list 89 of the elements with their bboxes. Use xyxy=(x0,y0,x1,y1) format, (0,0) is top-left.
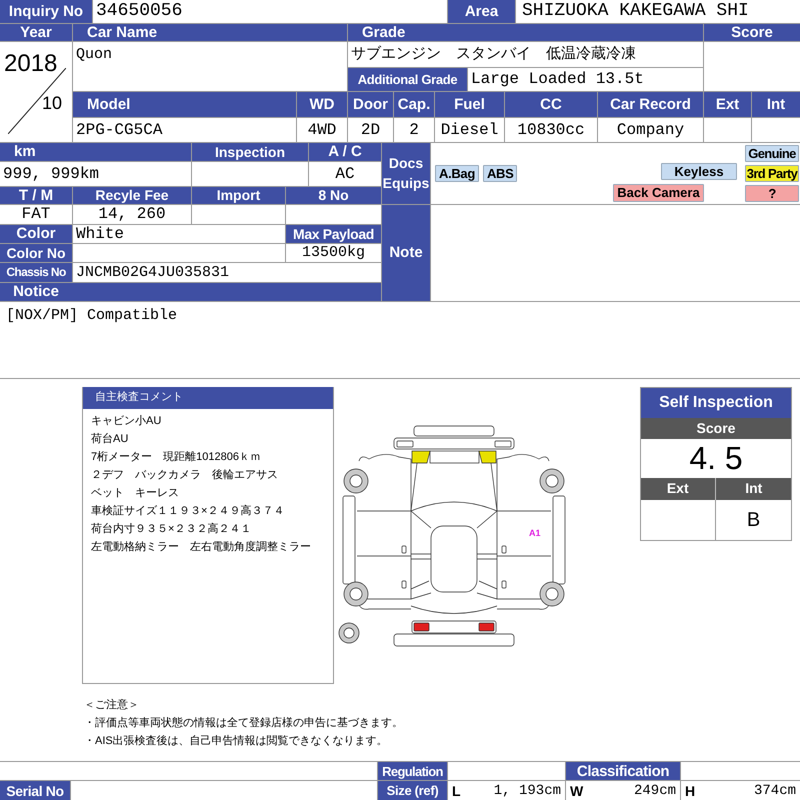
field-label: Year xyxy=(0,24,72,41)
field-label: Inspection xyxy=(192,142,308,161)
month-value: 10 xyxy=(42,94,62,112)
comment-line: キャビン小AU xyxy=(91,414,162,429)
int-value: B xyxy=(746,508,762,533)
field-label: Color No xyxy=(0,244,72,262)
notice-text: [NOX/PM] Compatible xyxy=(6,306,178,324)
caution-text: ・AIS出張検査後は、自己申告情報は閲覧できなくなります。 xyxy=(84,734,389,749)
field-label: Chassis No xyxy=(0,262,72,282)
equipment-badge: A.Bag xyxy=(435,164,479,182)
int-label: Int xyxy=(744,479,764,498)
docs-label: Docs xyxy=(388,156,424,170)
caution-text: ・評価点等車両状態の情報は全て登録店様の申告に基づきます。 xyxy=(84,716,404,731)
field-value: JNCMB02G4JU035831 xyxy=(73,262,381,282)
dimension-label: W xyxy=(570,784,584,798)
field-label: Score xyxy=(704,24,800,41)
field-label: Additional Grade xyxy=(348,68,467,91)
equipment-badge: ? xyxy=(745,184,799,202)
field-value: 2D xyxy=(348,118,393,142)
field-value: 999, 999km xyxy=(0,162,191,186)
field-value: 4WD xyxy=(297,118,347,142)
field-value: 10830cc xyxy=(505,118,597,142)
equipment-badge: 3rd Party xyxy=(745,164,799,182)
dimension-value: 249cm xyxy=(634,784,676,798)
caution-text: ＜ご注意＞ xyxy=(84,698,140,713)
field-value: AC xyxy=(309,162,381,186)
field-label: Grade xyxy=(348,24,703,41)
comment-line: ベット キーレス xyxy=(91,486,180,501)
field-value: Diesel xyxy=(435,118,504,142)
field-label: 8 No xyxy=(286,186,381,204)
damage-mark: A1 xyxy=(529,528,541,538)
dimension-value: 1, 193cm xyxy=(494,784,561,798)
ext-label: Ext xyxy=(641,478,716,500)
field-label: Classification xyxy=(566,762,680,780)
field-label: Car Record xyxy=(598,92,703,117)
field-label: Color xyxy=(0,224,72,243)
field-label: Size (ref) xyxy=(378,781,447,800)
field-label: Serial No xyxy=(0,781,70,800)
field-label: WD xyxy=(297,92,347,117)
field-label: T / M xyxy=(0,186,72,204)
comment-line: 左電動格納ミラー 左右電動角度調整ミラー xyxy=(91,540,312,555)
field-value: White xyxy=(73,224,285,243)
field-value: 2 xyxy=(394,118,434,142)
equipment-badge: Back Camera xyxy=(613,184,704,202)
comment-line: 荷台AU xyxy=(91,432,130,447)
field-label: Import xyxy=(192,186,285,204)
notice-label: Notice xyxy=(12,284,60,300)
field-label: Recyle Fee xyxy=(73,186,191,204)
field-value: FAT xyxy=(0,204,72,224)
field-value: サブエンジン スタンバイ 低温冷蔵冷凍 xyxy=(348,42,703,67)
field-label: Note xyxy=(382,204,430,301)
comment-line: 車検証サイズ１１９３×２４９高３７４ xyxy=(91,504,286,519)
field-label: Max Payload xyxy=(286,224,381,243)
field-value: 2PG-CG5CA xyxy=(73,118,296,142)
panel-title: Self Inspection xyxy=(641,388,791,418)
field-value: 13500kg xyxy=(286,244,381,262)
field-label: Cap. xyxy=(394,92,434,117)
field-value: Quon xyxy=(73,42,347,91)
field-value: Large Loaded 13.5t xyxy=(468,68,703,91)
equipment-badge: Keyless xyxy=(661,162,737,180)
equips-label: Equips xyxy=(382,176,430,190)
comment-line: 7桁メーター 現距離1012806ｋｍ xyxy=(91,450,262,465)
field-label: Inquiry No xyxy=(0,0,92,23)
field-label: Fuel xyxy=(435,92,504,117)
field-label: Area xyxy=(448,0,515,23)
equipment-badge: ABS xyxy=(482,164,518,182)
score-label: Score xyxy=(641,418,791,439)
field-label: Car Name xyxy=(73,24,347,41)
score-value: 4. 5 xyxy=(688,439,744,478)
field-label: km xyxy=(0,142,191,161)
field-label: Regulation xyxy=(378,762,447,780)
field-label: A / C xyxy=(309,142,381,161)
field-label: Int xyxy=(752,92,800,117)
field-label: Door xyxy=(348,92,393,117)
year-value: 2018 xyxy=(4,52,58,76)
field-value: SHIZUOKA KAKEGAWA SHI xyxy=(516,0,800,23)
field-value: 34650056 xyxy=(93,0,447,23)
field-value: Company xyxy=(598,118,703,142)
comment-title: 自主検査コメント xyxy=(83,386,333,409)
comment-line: 荷台内寸９３５×２３２高２４１ xyxy=(91,522,252,537)
dimension-value: 374cm xyxy=(754,784,796,798)
comment-line: ２デフ バックカメラ 後輪エアサス xyxy=(91,468,279,483)
dimension-label: L xyxy=(452,784,461,798)
field-label: Model xyxy=(73,92,296,117)
field-label: CC xyxy=(505,92,597,117)
field-label: Ext xyxy=(704,92,751,117)
field-value: 14, 260 xyxy=(73,204,191,224)
dimension-label: H xyxy=(685,784,696,798)
equipment-badge: Genuine xyxy=(745,144,799,162)
